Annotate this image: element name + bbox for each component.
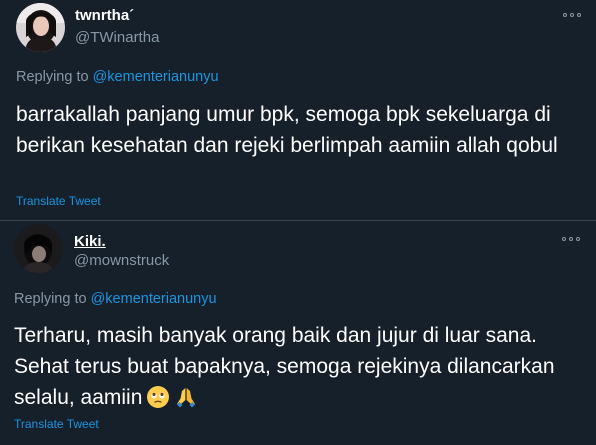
replying-to-label: Replying to [14, 291, 87, 307]
avatar[interactable] [14, 224, 63, 273]
translate-tweet-link[interactable]: Translate Tweet [16, 194, 101, 208]
avatar[interactable] [16, 3, 65, 52]
more-options-icon[interactable] [562, 234, 580, 244]
replying-to-label: Replying to [16, 69, 89, 85]
more-options-icon[interactable] [563, 10, 581, 20]
user-handle[interactable]: @TWinartha [75, 29, 159, 46]
tweet-1[interactable]: twnrtha´ @TWinartha Replying to @kemente… [0, 0, 596, 220]
tweet-text: Terharu, masih banyak orang baik dan juj… [14, 324, 555, 409]
replying-to: Replying to @kementerianunyu [14, 291, 217, 307]
tweet-text: barrakallah panjang umur bpk, semoga bpk… [16, 103, 558, 157]
face-holding-back-tears-icon [146, 385, 170, 418]
tweet-text-container: Terharu, masih banyak orang baik dan juj… [14, 320, 584, 418]
user-handle[interactable]: @mownstruck [74, 252, 169, 269]
folded-hands-icon [174, 385, 198, 418]
tweet-2[interactable]: Kiki. @mownstruck Replying to @kementeri… [0, 220, 596, 445]
display-name[interactable]: Kiki. [74, 233, 106, 250]
translate-tweet-link[interactable]: Translate Tweet [14, 417, 99, 431]
display-name[interactable]: twnrtha´ [75, 7, 134, 24]
mention-link[interactable]: @kementerianunyu [91, 291, 217, 307]
mention-link[interactable]: @kementerianunyu [93, 69, 219, 85]
replying-to: Replying to @kementerianunyu [16, 69, 219, 85]
